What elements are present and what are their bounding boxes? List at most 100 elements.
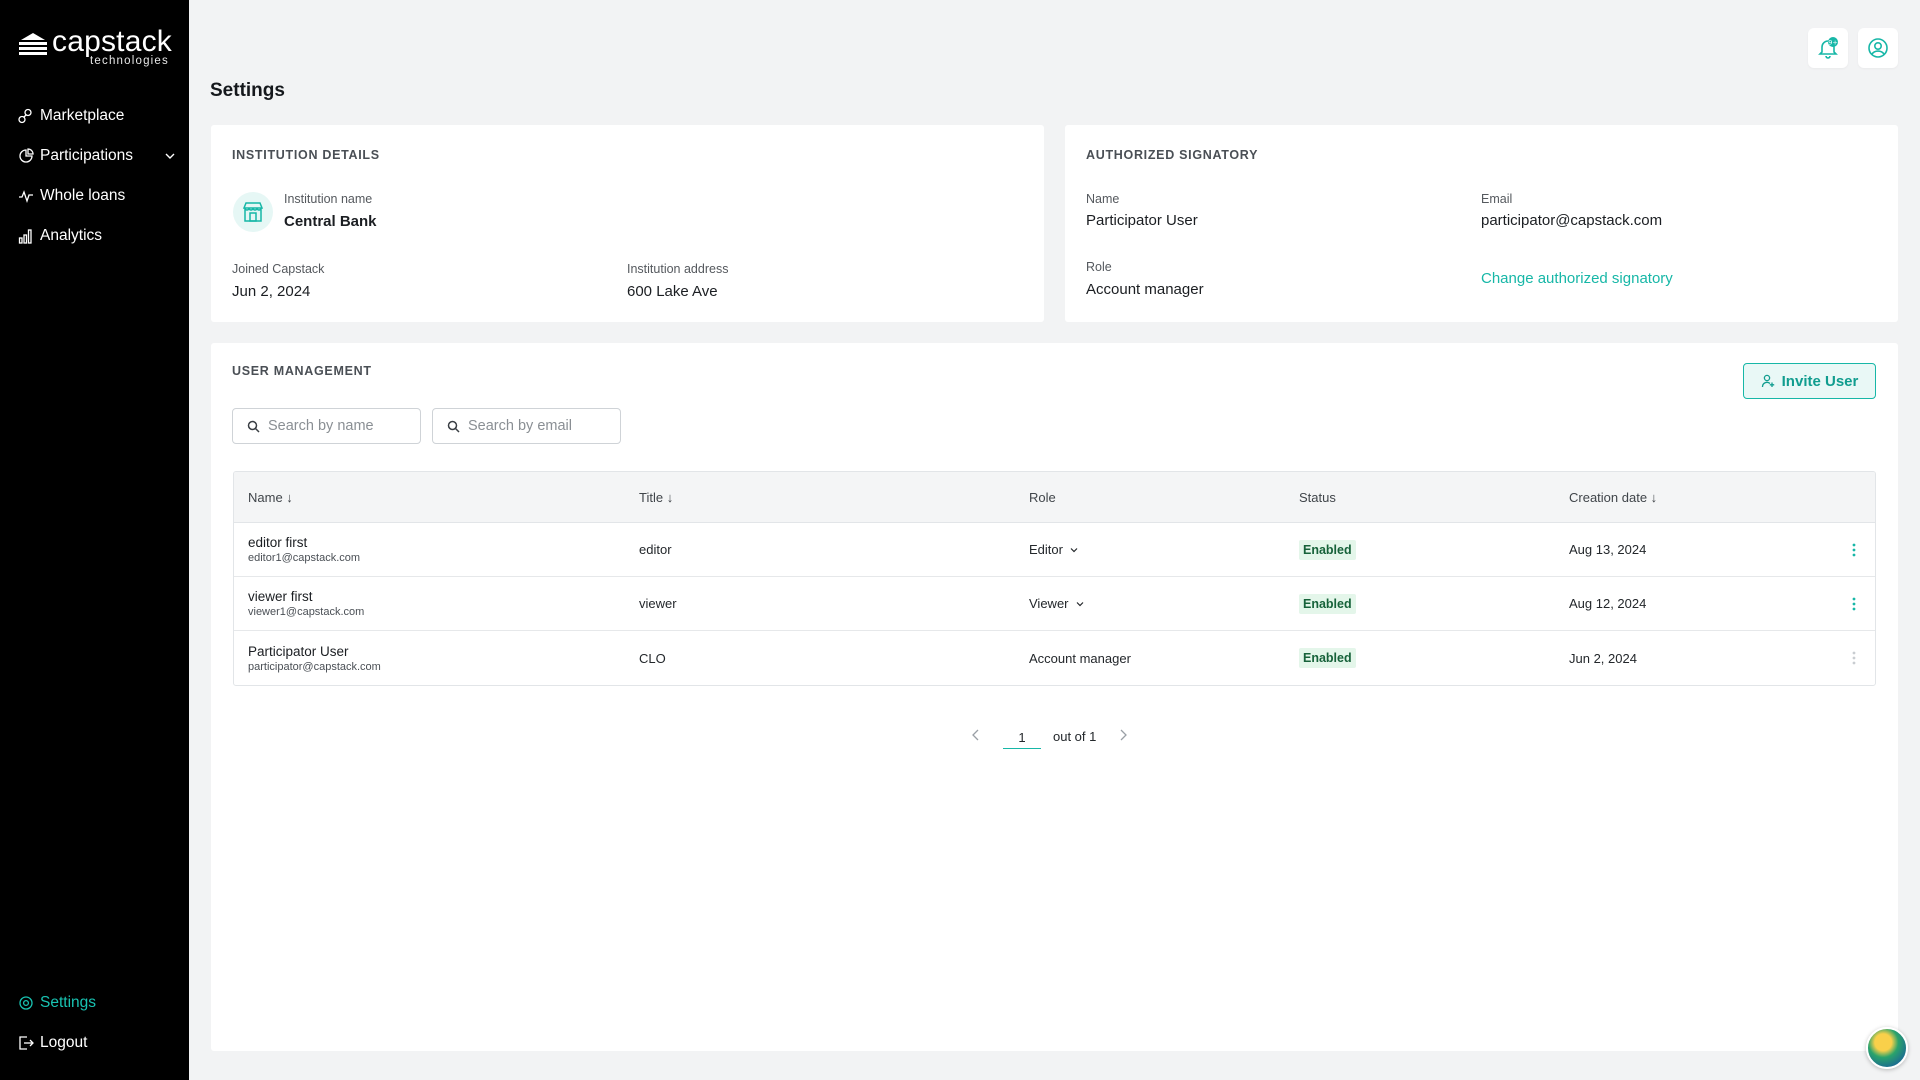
marketplace-icon [18, 108, 34, 124]
user-email: viewer1@capstack.com [248, 606, 365, 618]
brand-name: capstack [52, 25, 172, 58]
notification-badge: 9+ [1828, 39, 1838, 47]
logo-mark-icon [19, 33, 47, 55]
user-title: editor [639, 542, 672, 557]
joined-label: Joined Capstack [232, 262, 325, 276]
sidebar-bottom-nav: Settings Logout [18, 983, 178, 1063]
institution-details-card: INSTITUTION DETAILS Institution name Cen… [211, 125, 1044, 322]
sidebar-item-participations[interactable]: Participations [18, 136, 178, 176]
previous-page-button[interactable] [971, 729, 981, 744]
user-email: participator@capstack.com [248, 660, 381, 673]
sidebar-item-logout[interactable]: Logout [18, 1023, 178, 1063]
assistant-avatar[interactable] [1866, 1027, 1908, 1069]
user-cell: viewer first viewer1@capstack.com [248, 589, 364, 618]
sidebar-item-label: Analytics [40, 227, 103, 244]
sidebar-item-analytics[interactable]: Analytics [18, 216, 178, 256]
add-user-icon [1761, 374, 1774, 388]
row-actions-button[interactable] [1847, 595, 1861, 613]
address-label: Institution address [627, 262, 729, 276]
role-value: Editor [1029, 542, 1063, 557]
sidebar-item-label: Marketplace [40, 107, 125, 124]
role-dropdown[interactable]: Viewer [1029, 596, 1085, 611]
change-signatory-link[interactable]: Change authorized signatory [1481, 270, 1673, 287]
section-title: USER MANAGEMENT [232, 364, 372, 378]
column-header-creation-date[interactable]: Creation date ↓ [1569, 490, 1657, 505]
pagination: 1 out of 1 [971, 723, 1128, 749]
next-page-button[interactable] [1118, 729, 1128, 744]
kebab-menu-icon [1852, 597, 1856, 610]
sidebar-item-settings[interactable]: Settings [18, 983, 178, 1023]
users-table: Name ↓ Title ↓ Role Status Creation date… [233, 471, 1876, 686]
sidebar-item-label: Logout [40, 1034, 88, 1051]
role-value: Account manager [1029, 650, 1131, 666]
signatory-name-label: Name [1086, 192, 1120, 206]
section-title: INSTITUTION DETAILS [232, 148, 380, 162]
section-title: AUTHORIZED SIGNATORY [1086, 148, 1259, 162]
column-header-status: Status [1299, 489, 1336, 505]
table-row: editor first editor1@capstack.com editor… [234, 523, 1875, 577]
search-icon [247, 420, 260, 433]
status-badge: Enabled [1299, 648, 1356, 668]
sidebar-item-whole-loans[interactable]: Whole loans [18, 176, 178, 216]
role-value: Viewer [1029, 596, 1069, 611]
chevron-down-icon[interactable] [164, 150, 176, 162]
profile-button[interactable] [1858, 28, 1898, 68]
invite-user-button[interactable]: Invite User [1743, 363, 1876, 399]
user-circle-icon [1868, 38, 1888, 58]
search-by-name-field[interactable] [232, 408, 421, 444]
gear-icon [18, 995, 34, 1011]
authorized-signatory-card: AUTHORIZED SIGNATORY Name Participator U… [1065, 125, 1898, 322]
chevron-down-icon [1070, 547, 1078, 552]
signatory-email: participator@capstack.com [1481, 212, 1663, 229]
bar-chart-icon [18, 228, 34, 244]
chevron-right-icon [1120, 729, 1128, 740]
search-by-email-input[interactable] [468, 418, 618, 434]
bell-icon: 9+ [1818, 37, 1838, 59]
creation-date: Jun 2, 2024 [1569, 650, 1637, 666]
pie-chart-icon [18, 148, 34, 164]
brand-logo[interactable]: capstack technologies [18, 25, 172, 67]
column-header-name[interactable]: Name ↓ [248, 490, 293, 505]
column-header-title[interactable]: Title ↓ [639, 490, 673, 505]
sidebar-item-marketplace[interactable]: Marketplace [18, 96, 178, 136]
status-badge: Enabled [1299, 593, 1356, 614]
page-number-input[interactable]: 1 [1003, 723, 1041, 749]
row-actions-button[interactable] [1847, 541, 1861, 559]
chevron-left-icon [972, 729, 979, 740]
creation-date: Aug 12, 2024 [1569, 596, 1647, 611]
joined-date: Jun 2, 2024 [232, 283, 311, 300]
user-title: CLO [639, 650, 666, 666]
page-title: Settings [210, 80, 285, 101]
invite-user-label: Invite User [1781, 372, 1859, 390]
chevron-down-icon [1076, 601, 1083, 606]
user-cell: Participator User participator@capstack.… [248, 644, 381, 673]
table-header: Name ↓ Title ↓ Role Status Creation date… [234, 472, 1875, 523]
user-title: viewer [639, 596, 677, 611]
kebab-menu-icon [1852, 543, 1856, 556]
logout-icon [18, 1035, 34, 1051]
column-header-role: Role [1029, 489, 1056, 505]
institution-address: 600 Lake Ave [627, 283, 718, 300]
sidebar-nav: Marketplace Participations Whole loans A… [18, 96, 178, 256]
sidebar: capstack technologies Marketplace Partic… [0, 0, 189, 1080]
table-row: viewer first viewer1@capstack.com viewer… [234, 577, 1875, 631]
sidebar-item-label: Participations [40, 147, 134, 164]
signatory-name: Participator User [1086, 212, 1198, 229]
institution-name: Central Bank [284, 213, 377, 230]
signatory-role-label: Role [1086, 260, 1112, 274]
notifications-button[interactable]: 9+ [1808, 28, 1848, 68]
row-actions-button-disabled [1847, 649, 1861, 667]
table-row: Participator User participator@capstack.… [234, 631, 1875, 685]
user-name: editor first [248, 535, 308, 550]
user-email: editor1@capstack.com [248, 552, 361, 564]
search-icon [447, 420, 460, 433]
sidebar-item-label: Whole loans [40, 187, 126, 204]
search-by-name-input[interactable] [268, 418, 418, 434]
user-name: viewer first [248, 589, 313, 604]
institution-icon [233, 192, 273, 232]
role-dropdown[interactable]: Editor [1029, 542, 1079, 557]
signatory-email-label: Email [1481, 192, 1513, 206]
brand-sub: technologies [90, 55, 169, 67]
search-by-email-field[interactable] [432, 408, 621, 444]
activity-icon [18, 188, 34, 204]
